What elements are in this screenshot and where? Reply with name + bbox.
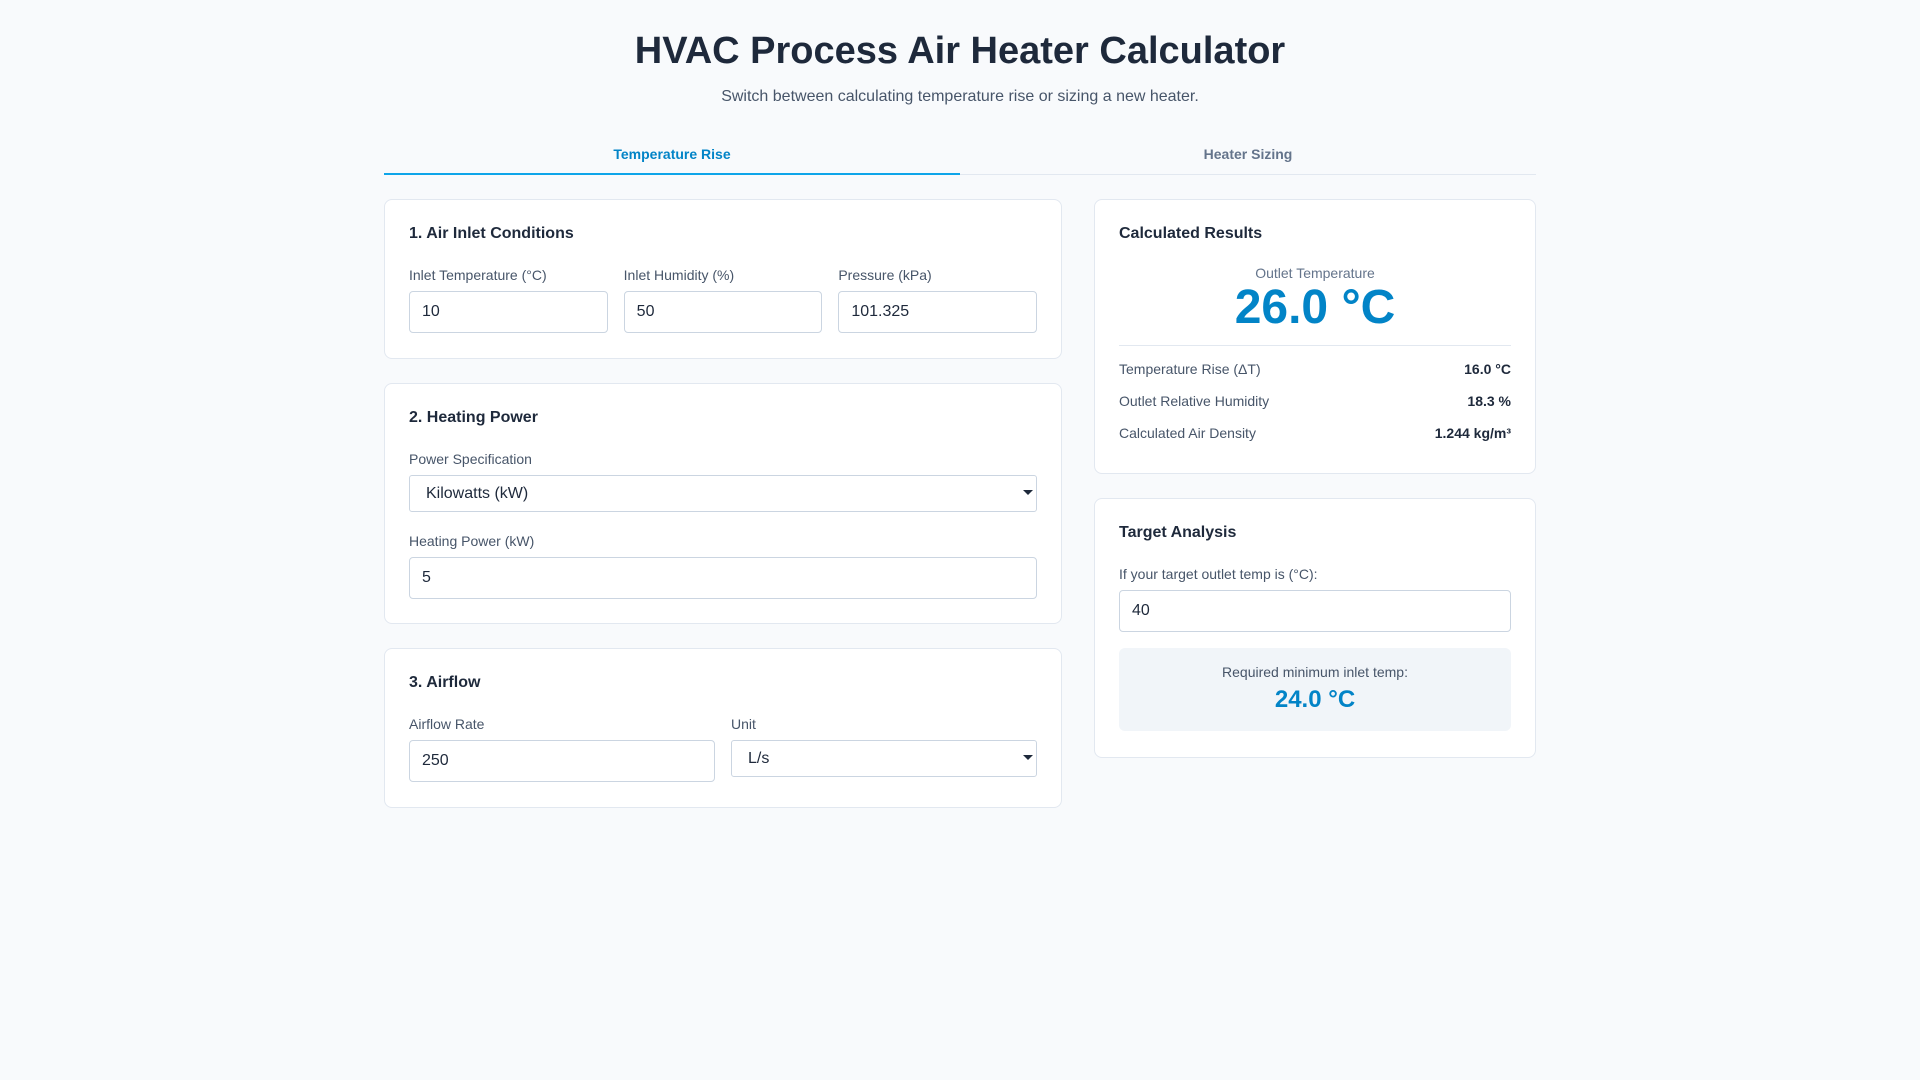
airflow-rate-label: Airflow Rate [409,716,485,732]
power-spec-select[interactable]: Kilowatts (kW) [409,475,1037,512]
target-outlet-input[interactable] [1119,590,1511,632]
airflow-unit-label: Unit [731,716,756,732]
power-spec-select-wrap: Kilowatts (kW) [409,475,1037,512]
airflow-unit-select[interactable]: L/s [731,740,1037,777]
pressure-label: Pressure (kPa) [838,267,932,283]
metric-value: 18.3 % [1467,393,1511,409]
power-spec-value: Kilowatts (kW) [426,484,529,502]
target-outlet-label: If your target outlet temp is (°C): [1119,566,1318,582]
pressure-field: Pressure (kPa) [838,266,1038,333]
inlet-humidity-label: Inlet Humidity (%) [623,267,735,283]
inlet-humidity-field: Inlet Humidity (%) [623,266,823,333]
page-subtitle: Switch between calculating temperature r… [721,88,1199,105]
tab-heater-sizing[interactable]: Heater Sizing [960,138,1536,174]
required-inlet-label: Required minimum inlet temp: [1222,664,1408,680]
metric-label: Outlet Relative Humidity [1119,393,1270,409]
airflow-title: 3. Airflow [409,674,481,691]
heating-power-title: 2. Heating Power [409,409,538,426]
metric-label: Temperature Rise (ΔT) [1119,361,1261,377]
target-analysis-card: Target Analysis If your target outlet te… [1094,498,1536,758]
metric-air-density: Calculated Air Density 1.244 kg/m³ [1119,425,1511,442]
inlet-conditions-title: 1. Air Inlet Conditions [409,225,574,242]
airflow-unit-select-wrap: L/s [731,740,1037,777]
metric-temperature-rise: Temperature Rise (ΔT) 16.0 °C [1119,361,1511,378]
results-card: Calculated Results Outlet Temperature 26… [1094,199,1536,474]
metric-value: 1.244 kg/m³ [1434,425,1511,441]
target-analysis-title: Target Analysis [1119,524,1237,541]
results-divider [1119,345,1511,346]
page-header: HVAC Process Air Heater Calculator Switc… [0,0,1920,107]
inlet-temperature-input[interactable] [409,291,608,333]
power-spec-label: Power Specification [409,451,532,467]
inlet-temperature-label: Inlet Temperature (°C) [409,267,547,283]
page-title: HVAC Process Air Heater Calculator [634,30,1286,72]
heating-power-card: 2. Heating Power Power Specification Kil… [384,383,1062,624]
tab-temperature-rise[interactable]: Temperature Rise [384,138,960,175]
metric-outlet-humidity: Outlet Relative Humidity 18.3 % [1119,393,1511,410]
inlet-humidity-input[interactable] [623,291,823,333]
airflow-rate-field: Airflow Rate [409,715,715,782]
results-title: Calculated Results [1119,225,1263,242]
airflow-unit-field: Unit L/s [731,715,1037,782]
heating-power-label: Heating Power (kW) [409,533,535,549]
metric-label: Calculated Air Density [1119,425,1256,441]
required-inlet-box: Required minimum inlet temp: 24.0 °C [1119,648,1511,731]
mode-tabs: Temperature Rise Heater Sizing [384,138,1536,175]
metric-value: 16.0 °C [1464,361,1511,377]
inlet-conditions-card: 1. Air Inlet Conditions Inlet Temperatur… [384,199,1062,359]
outlet-temperature-value: 26.0 °C [1234,281,1396,334]
outlet-temperature-label: Outlet Temperature [1255,265,1375,281]
heating-power-input[interactable] [409,557,1037,599]
inlet-temperature-field: Inlet Temperature (°C) [409,266,608,333]
required-inlet-value: 24.0 °C [1274,686,1356,713]
airflow-rate-input[interactable] [409,740,715,782]
airflow-unit-value: L/s [748,749,770,767]
airflow-card: 3. Airflow Airflow Rate Unit L/s [384,648,1062,808]
pressure-input[interactable] [838,291,1038,333]
